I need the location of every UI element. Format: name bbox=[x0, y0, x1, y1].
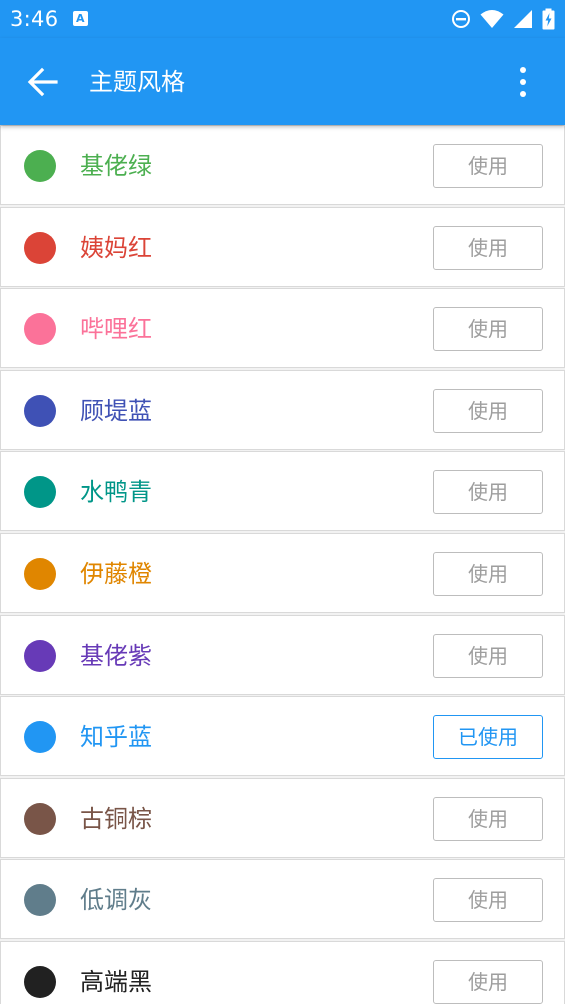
theme-color-swatch bbox=[24, 802, 56, 835]
text-notification-icon bbox=[73, 11, 88, 26]
theme-list: 基佬绿 使用 姨妈红 使用 哔哩红 使用 顾堤蓝 使用 水鸭青 使用 伊藤橙 使用 基佬紫 使用 知乎蓝 已使… bbox=[0, 125, 565, 1004]
theme-color-swatch bbox=[24, 639, 56, 672]
arrow-back-icon[interactable] bbox=[26, 65, 60, 99]
more-vert-icon[interactable] bbox=[512, 66, 534, 98]
theme-color-swatch bbox=[24, 557, 56, 590]
theme-name: 基佬绿 bbox=[80, 152, 152, 180]
app-bar: 主题风格 bbox=[0, 38, 565, 125]
theme-name: 古铜棕 bbox=[80, 804, 152, 833]
theme-name: 哔哩红 bbox=[80, 315, 152, 344]
theme-list-item[interactable]: 基佬绿 使用 bbox=[0, 125, 565, 205]
use-theme-button[interactable]: 使用 bbox=[433, 144, 543, 188]
use-theme-button[interactable]: 使用 bbox=[433, 470, 543, 515]
use-theme-button[interactable]: 使用 bbox=[433, 878, 543, 923]
theme-settings-screen: 3:46 主题风格 bbox=[0, 0, 565, 1004]
theme-color-swatch bbox=[24, 231, 56, 264]
use-theme-button[interactable]: 使用 bbox=[433, 225, 543, 270]
theme-list-item[interactable]: 古铜棕 使用 bbox=[0, 777, 565, 858]
theme-list-item[interactable]: 基佬紫 使用 bbox=[0, 614, 565, 695]
theme-list-item[interactable]: 知乎蓝 已使用 bbox=[0, 696, 565, 777]
cellular-signal-icon bbox=[514, 10, 532, 28]
theme-list-item[interactable]: 姨妈红 使用 bbox=[0, 206, 565, 287]
theme-name: 基佬紫 bbox=[80, 641, 152, 670]
theme-name: 顾堤蓝 bbox=[80, 396, 152, 425]
theme-list-item[interactable]: 顾堤蓝 使用 bbox=[0, 369, 565, 450]
do-not-disturb-icon bbox=[452, 10, 470, 28]
theme-name: 水鸭青 bbox=[80, 478, 152, 507]
theme-name: 姨妈红 bbox=[80, 233, 152, 262]
use-theme-button[interactable]: 使用 bbox=[433, 796, 543, 841]
theme-list-item[interactable]: 伊藤橙 使用 bbox=[0, 532, 565, 613]
theme-color-swatch bbox=[24, 721, 56, 754]
theme-name: 高端黑 bbox=[80, 967, 152, 996]
theme-color-swatch bbox=[24, 476, 56, 509]
use-theme-button[interactable]: 使用 bbox=[433, 633, 543, 678]
page-title: 主题风格 bbox=[89, 68, 185, 96]
theme-color-swatch bbox=[24, 150, 56, 182]
use-theme-button[interactable]: 使用 bbox=[433, 307, 543, 352]
battery-charging-icon bbox=[542, 8, 555, 30]
system-icons bbox=[451, 8, 555, 30]
theme-list-item[interactable]: 低调灰 使用 bbox=[0, 859, 565, 940]
use-theme-button[interactable]: 使用 bbox=[433, 551, 543, 596]
theme-name: 低调灰 bbox=[80, 886, 152, 915]
status-time: 3:46 bbox=[10, 7, 59, 31]
theme-color-swatch bbox=[24, 394, 56, 427]
theme-color-swatch bbox=[24, 884, 56, 917]
use-theme-button[interactable]: 使用 bbox=[433, 959, 543, 1004]
theme-list-item[interactable]: 水鸭青 使用 bbox=[0, 451, 565, 532]
theme-in-use-button[interactable]: 已使用 bbox=[433, 715, 543, 760]
theme-color-swatch bbox=[24, 965, 56, 998]
theme-list-item[interactable]: 高端黑 使用 bbox=[0, 940, 565, 1004]
use-theme-button[interactable]: 使用 bbox=[433, 388, 543, 433]
theme-name: 知乎蓝 bbox=[80, 723, 152, 752]
theme-list-item[interactable]: 哔哩红 使用 bbox=[0, 288, 565, 369]
theme-color-swatch bbox=[24, 313, 56, 346]
status-bar: 3:46 bbox=[0, 0, 565, 38]
wifi-icon bbox=[480, 10, 504, 28]
theme-name: 伊藤橙 bbox=[80, 559, 152, 588]
